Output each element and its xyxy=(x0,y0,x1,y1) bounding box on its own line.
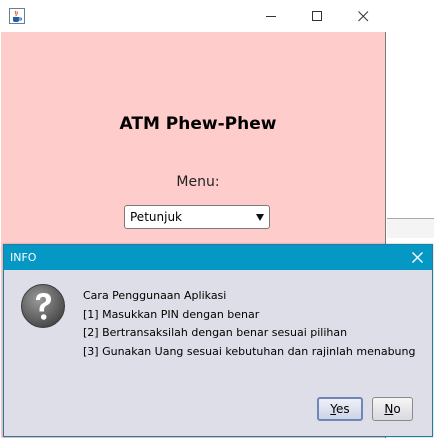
message-line: [2] Bertransaksilah dengan benar sesuai … xyxy=(83,326,348,339)
menu-select[interactable]: Petunjuk xyxy=(124,205,270,229)
dialog-titlebar[interactable]: INFO xyxy=(4,245,432,270)
menu-label: Menu: xyxy=(176,174,220,190)
close-icon[interactable] xyxy=(411,251,424,264)
background-window-edge xyxy=(387,218,434,238)
message-line: [1] Masukkan PIN dengan benar xyxy=(83,307,260,321)
menu-select-value: Petunjuk xyxy=(130,210,182,224)
question-icon xyxy=(21,284,65,328)
dialog-title: INFO xyxy=(10,251,37,264)
maximize-icon xyxy=(311,10,322,21)
maximize-button[interactable] xyxy=(294,0,340,32)
message-line: Cara Penggunaan Aplikasi xyxy=(83,289,227,302)
close-button[interactable] xyxy=(340,0,386,32)
info-dialog: INFO Cara Penggunaan Aplikasi [1] Masukk… xyxy=(3,244,433,437)
message-line: [3] Gunakan Uang sesuai kebutuhan dan ra… xyxy=(83,344,416,358)
minimize-icon xyxy=(265,15,276,17)
app-title: ATM Phew-Phew xyxy=(119,114,277,134)
java-cup-icon xyxy=(9,8,25,24)
minimize-button[interactable] xyxy=(248,0,294,32)
window-titlebar[interactable] xyxy=(0,0,386,32)
chevron-down-icon[interactable] xyxy=(256,214,264,221)
no-button[interactable]: No xyxy=(372,397,413,421)
close-icon xyxy=(357,10,368,21)
yes-button[interactable]: Yes xyxy=(317,397,363,421)
dialog-message: Cara Penggunaan Aplikasi [1] Masukkan PI… xyxy=(83,287,415,361)
